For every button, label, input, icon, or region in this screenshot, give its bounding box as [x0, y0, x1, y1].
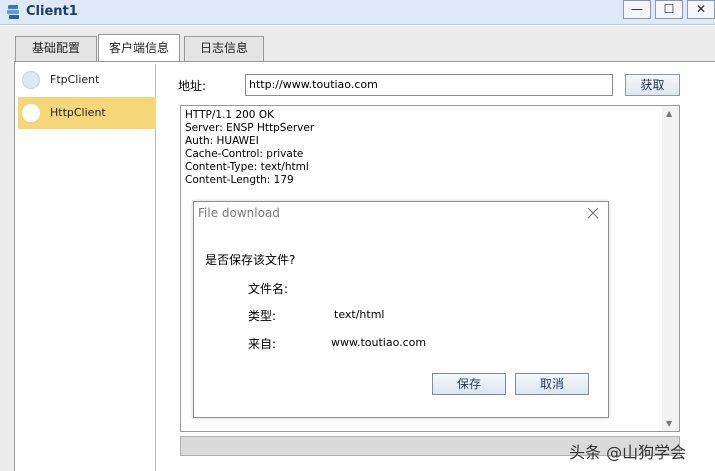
tab-log-info[interactable]: 日志信息	[184, 36, 264, 61]
type-label: 类型:	[248, 309, 277, 323]
address-input[interactable]: http://www.toutiao.com	[245, 74, 613, 96]
response-line: Auth: HUAWEI	[185, 135, 259, 147]
client-status-icon	[22, 104, 40, 122]
type-value: text/html	[334, 308, 385, 321]
sidebar-item-ftpclient[interactable]: FtpClient	[18, 64, 156, 96]
cancel-button[interactable]: 取消	[515, 373, 589, 395]
minimize-button[interactable]: —	[623, 0, 651, 19]
client-type-list: FtpClient HttpClient	[18, 64, 156, 471]
dialog-question: 是否保存该文件?	[205, 253, 296, 267]
response-line: Content-Type: text/html	[185, 161, 309, 173]
filename-label: 文件名:	[248, 282, 289, 296]
tab-basic-config[interactable]: 基础配置	[15, 36, 97, 61]
from-label: 来自:	[248, 337, 277, 351]
scroll-up-icon[interactable]: ▲	[666, 109, 672, 118]
scroll-down-icon[interactable]: ▼	[666, 419, 672, 428]
sidebar-item-label: HttpClient	[50, 106, 106, 119]
response-line: Server: ENSP HttpServer	[185, 122, 315, 134]
from-value: www.toutiao.com	[331, 336, 427, 349]
sidebar-item-label: FtpClient	[50, 73, 100, 86]
title-bar: Client1 — ☐ ✕	[0, 0, 715, 25]
file-download-dialog: File download 是否保存该文件? 文件名: 类型: text/htm…	[193, 201, 609, 418]
save-button[interactable]: 保存	[432, 373, 506, 395]
response-line: Content-Length: 179	[185, 174, 294, 186]
app-icon	[7, 5, 19, 19]
client-status-icon	[22, 71, 40, 89]
response-content: HTTP/1.1 200 OK Server: ENSP HttpServer …	[185, 109, 314, 187]
window-title: Client1	[26, 4, 78, 19]
address-label: 地址:	[178, 79, 207, 93]
close-button[interactable]: ✕	[687, 0, 715, 19]
tab-client-info[interactable]: 客户端信息	[98, 34, 180, 62]
close-icon[interactable]	[586, 206, 600, 220]
vertical-scrollbar[interactable]: ▲ ▼	[662, 106, 679, 431]
response-line: Cache-Control: private	[185, 148, 304, 160]
maximize-button[interactable]: ☐	[655, 0, 683, 19]
response-line: HTTP/1.1 200 OK	[185, 109, 274, 121]
fetch-button[interactable]: 获取	[625, 74, 680, 96]
watermark: 头条 @山狗学会	[569, 443, 687, 462]
dialog-title: File download	[198, 206, 280, 220]
sidebar-item-httpclient[interactable]: HttpClient	[18, 97, 156, 129]
